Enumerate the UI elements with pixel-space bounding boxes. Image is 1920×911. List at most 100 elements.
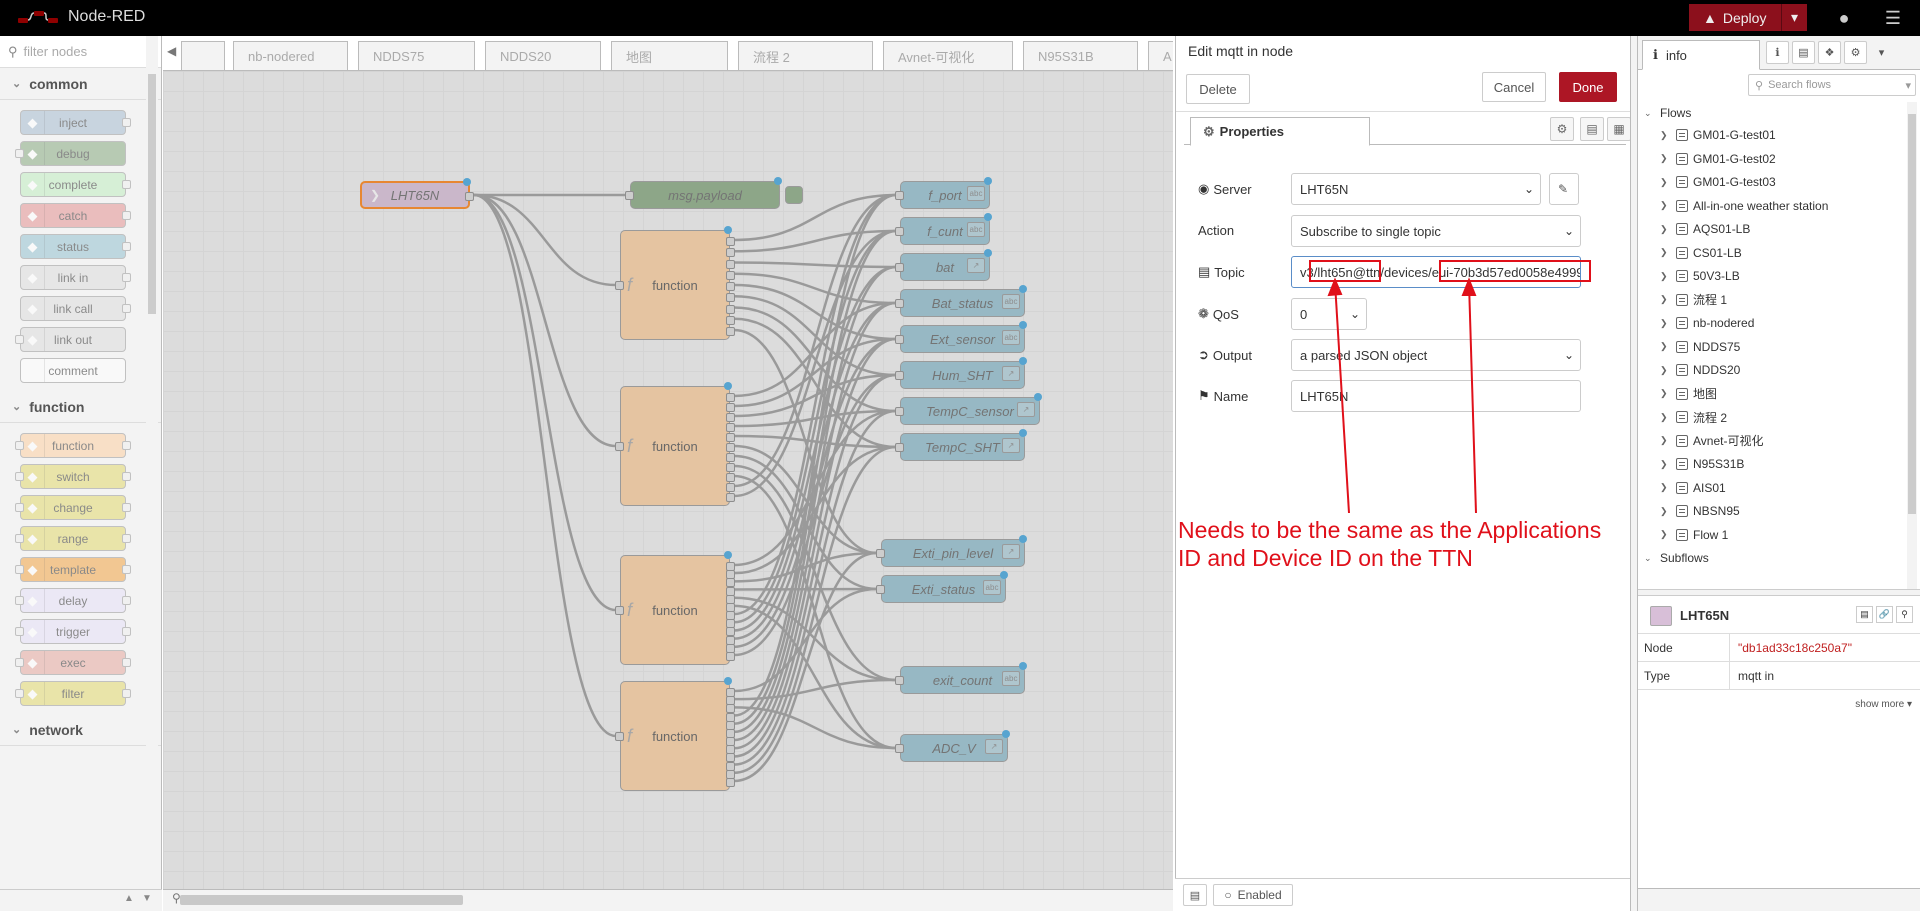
delete-button[interactable]: Delete	[1186, 74, 1250, 104]
edit-server-button[interactable]: ✎	[1549, 173, 1579, 205]
info-tab-icon[interactable]: ℹ	[1766, 41, 1789, 64]
palette-scrollbar[interactable]	[146, 36, 158, 876]
workspace-tab-5[interactable]: 流程 2	[738, 41, 873, 70]
deploy-menu-caret-icon[interactable]: ▾	[1781, 4, 1807, 31]
tab-description-icon[interactable]: ▤	[1580, 117, 1604, 141]
palette-node-trigger[interactable]: ◆ trigger	[15, 619, 131, 644]
flow-icon	[1676, 458, 1688, 470]
flow-tree-item[interactable]: ❯ 流程 2	[1660, 406, 1727, 428]
chevron-right-icon: ❯	[1660, 247, 1668, 257]
palette-category-2[interactable]: ⌄ network	[0, 714, 161, 746]
tab-settings-icon[interactable]: ⚙	[1550, 117, 1574, 141]
flow-tree-item[interactable]: ❯ 50V3-LB	[1660, 265, 1740, 287]
palette-node-filter[interactable]: ◆ filter	[15, 681, 131, 706]
node-help-icon[interactable]: ▤	[1183, 884, 1207, 906]
palette-node-switch[interactable]: ◆ switch	[15, 464, 131, 489]
chevron-right-icon: ❯	[1660, 341, 1668, 351]
cancel-button[interactable]: Cancel	[1482, 72, 1546, 102]
palette-node-status[interactable]: ◆ status	[20, 234, 131, 259]
palette-node-comment[interactable]: ◆ comment	[20, 358, 126, 383]
palette-node-change[interactable]: ◆ change	[15, 495, 131, 520]
palette-node-delay[interactable]: ◆ delay	[15, 588, 131, 613]
chevron-right-icon: ❯	[1660, 317, 1668, 328]
palette-node-link-call[interactable]: ◆ link call	[20, 296, 131, 321]
palette-node-catch[interactable]: ◆ catch	[20, 203, 131, 228]
workspace-tab-8[interactable]: A	[1148, 41, 1173, 70]
palette-node-range[interactable]: ◆ range	[15, 526, 131, 551]
switch-icon: ◆	[21, 465, 45, 488]
done-button[interactable]: Done	[1559, 72, 1617, 102]
flow-tree-item[interactable]: ❯ Flow 1	[1660, 524, 1728, 546]
palette-node-function[interactable]: ◆ function	[15, 433, 131, 458]
palette-node-template[interactable]: ◆ template	[15, 557, 131, 582]
flow-tree-item[interactable]: ❯ NDDS75	[1660, 336, 1740, 358]
book-icon[interactable]: ▤	[1792, 41, 1815, 64]
sidebar-section-splitter[interactable]	[1638, 589, 1920, 596]
palette-node-inject[interactable]: ◆ inject	[20, 110, 131, 135]
flows-scrollbar[interactable]	[1907, 102, 1917, 589]
workspace-tab-0[interactable]	[181, 41, 225, 70]
deploy-button[interactable]: ▲ Deploy ▾	[1689, 4, 1807, 31]
chevron-right-icon: ❯	[1660, 388, 1668, 398]
flow-tree-item[interactable]: ❯ AIS01	[1660, 477, 1726, 499]
palette-node-debug[interactable]: ◆ debug	[15, 141, 126, 166]
workspace-tab-3[interactable]: NDDS20	[485, 41, 601, 70]
bug-icon[interactable]: ❖	[1818, 41, 1841, 64]
flow-tree-item[interactable]: ❯ NBSN95	[1660, 500, 1740, 522]
palette-filter-input[interactable]: ⚲ filter nodes	[0, 36, 161, 68]
link-icon[interactable]: 🔗	[1876, 606, 1893, 623]
search-flows-input[interactable]: ⚲ Search flows ▾	[1748, 74, 1916, 96]
flow-tree-item[interactable]: ❯ Avnet-可视化	[1660, 430, 1763, 452]
flow-tree-item[interactable]: ❯ NDDS20	[1660, 359, 1740, 381]
flow-tree-item[interactable]: ❯ All-in-one weather station	[1660, 195, 1828, 217]
sidebar-footer	[1638, 888, 1920, 911]
collapse-down-icon[interactable]: ▼	[142, 893, 152, 904]
chevron-down-icon: ⌄	[12, 401, 22, 413]
workspace-tab-7[interactable]: N95S31B	[1023, 41, 1138, 70]
flow-tree-item[interactable]: ❯ CS01-LB	[1660, 242, 1742, 264]
workspace-tab-6[interactable]: Avnet-可视化	[883, 41, 1013, 70]
main-menu-icon[interactable]: ☰	[1878, 6, 1908, 30]
flow-tree-item[interactable]: ❯ 流程 1	[1660, 289, 1727, 311]
sidebar-menu-caret-icon[interactable]: ▾	[1870, 41, 1893, 64]
sidebar-splitter[interactable]	[1630, 36, 1638, 911]
flow-tree-item[interactable]: ❯ 地图	[1660, 383, 1717, 405]
flow-tree-item[interactable]: ❯ N95S31B	[1660, 453, 1744, 475]
info-row-type: Type mqtt in	[1638, 662, 1920, 690]
flow-tree-item[interactable]: ❯ AQS01-LB	[1660, 218, 1750, 240]
enabled-toggle[interactable]: ○ Enabled	[1213, 884, 1293, 906]
palette-node-exec[interactable]: ◆ exec	[15, 650, 131, 675]
workspace-tab-1[interactable]: nb-nodered	[233, 41, 348, 70]
palette-category-1[interactable]: ⌄ function	[0, 391, 161, 423]
flow-tree-item[interactable]: ❯ nb-nodered	[1660, 312, 1754, 334]
workspace-tab-4[interactable]: 地图	[611, 41, 728, 70]
server-select[interactable]: LHT65N ⌄	[1291, 173, 1541, 205]
flow-tree-item[interactable]: ❯ GM01-G-test01	[1660, 124, 1776, 146]
tab-appearance-icon[interactable]: ▦	[1607, 117, 1631, 141]
user-icon[interactable]: ●	[1829, 6, 1859, 30]
collapse-up-icon[interactable]: ▲	[124, 893, 134, 904]
palette-category-0[interactable]: ⌄ common	[0, 68, 161, 100]
flows-section-header[interactable]: ⌄ Flows	[1644, 102, 1691, 124]
workspace-tab-2[interactable]: NDDS75	[358, 41, 475, 70]
palette-node-link-in[interactable]: ◆ link in	[20, 265, 131, 290]
workspace-hscroll[interactable]	[180, 895, 463, 905]
palette-node-link-out[interactable]: ◆ link out	[15, 327, 126, 352]
show-more-link[interactable]: show more ▾	[1855, 699, 1912, 710]
sidebar: ℹ info ℹ ▤ ❖ ⚙ ▾ ⚲ Search flows ▾ ⌄ Flows ❯ GM…	[1638, 36, 1920, 911]
tab-properties[interactable]: ⚙ Properties	[1190, 117, 1370, 146]
flow-tree-item[interactable]: ❯ GM01-G-test02	[1660, 148, 1776, 170]
config-gear-icon[interactable]: ⚙	[1844, 41, 1867, 64]
reveal-icon[interactable]: ▤	[1856, 606, 1873, 623]
flow-icon	[1676, 411, 1688, 423]
search-node-icon[interactable]: ⚲	[1896, 606, 1913, 623]
subflows-section-header[interactable]: ⌄ Subflows	[1644, 547, 1709, 569]
flow-tree-item[interactable]: ❯ GM01-G-test03	[1660, 171, 1776, 193]
palette-node-complete[interactable]: ◆ complete	[20, 172, 131, 197]
tab-info[interactable]: ℹ info	[1642, 40, 1760, 70]
search-workspace-icon[interactable]: ⚲	[172, 891, 181, 905]
flow-workspace[interactable]: ❯ LHT65N msg.payload f function f function f fun…	[163, 71, 1173, 889]
node-palette: ⚲ filter nodes ⌄ common ◆ inject ◆ debug ◆ compl…	[0, 36, 162, 911]
tabs-scroll-left-icon[interactable]: ◀	[167, 44, 176, 58]
annotation-arrow-device	[1461, 277, 1477, 514]
